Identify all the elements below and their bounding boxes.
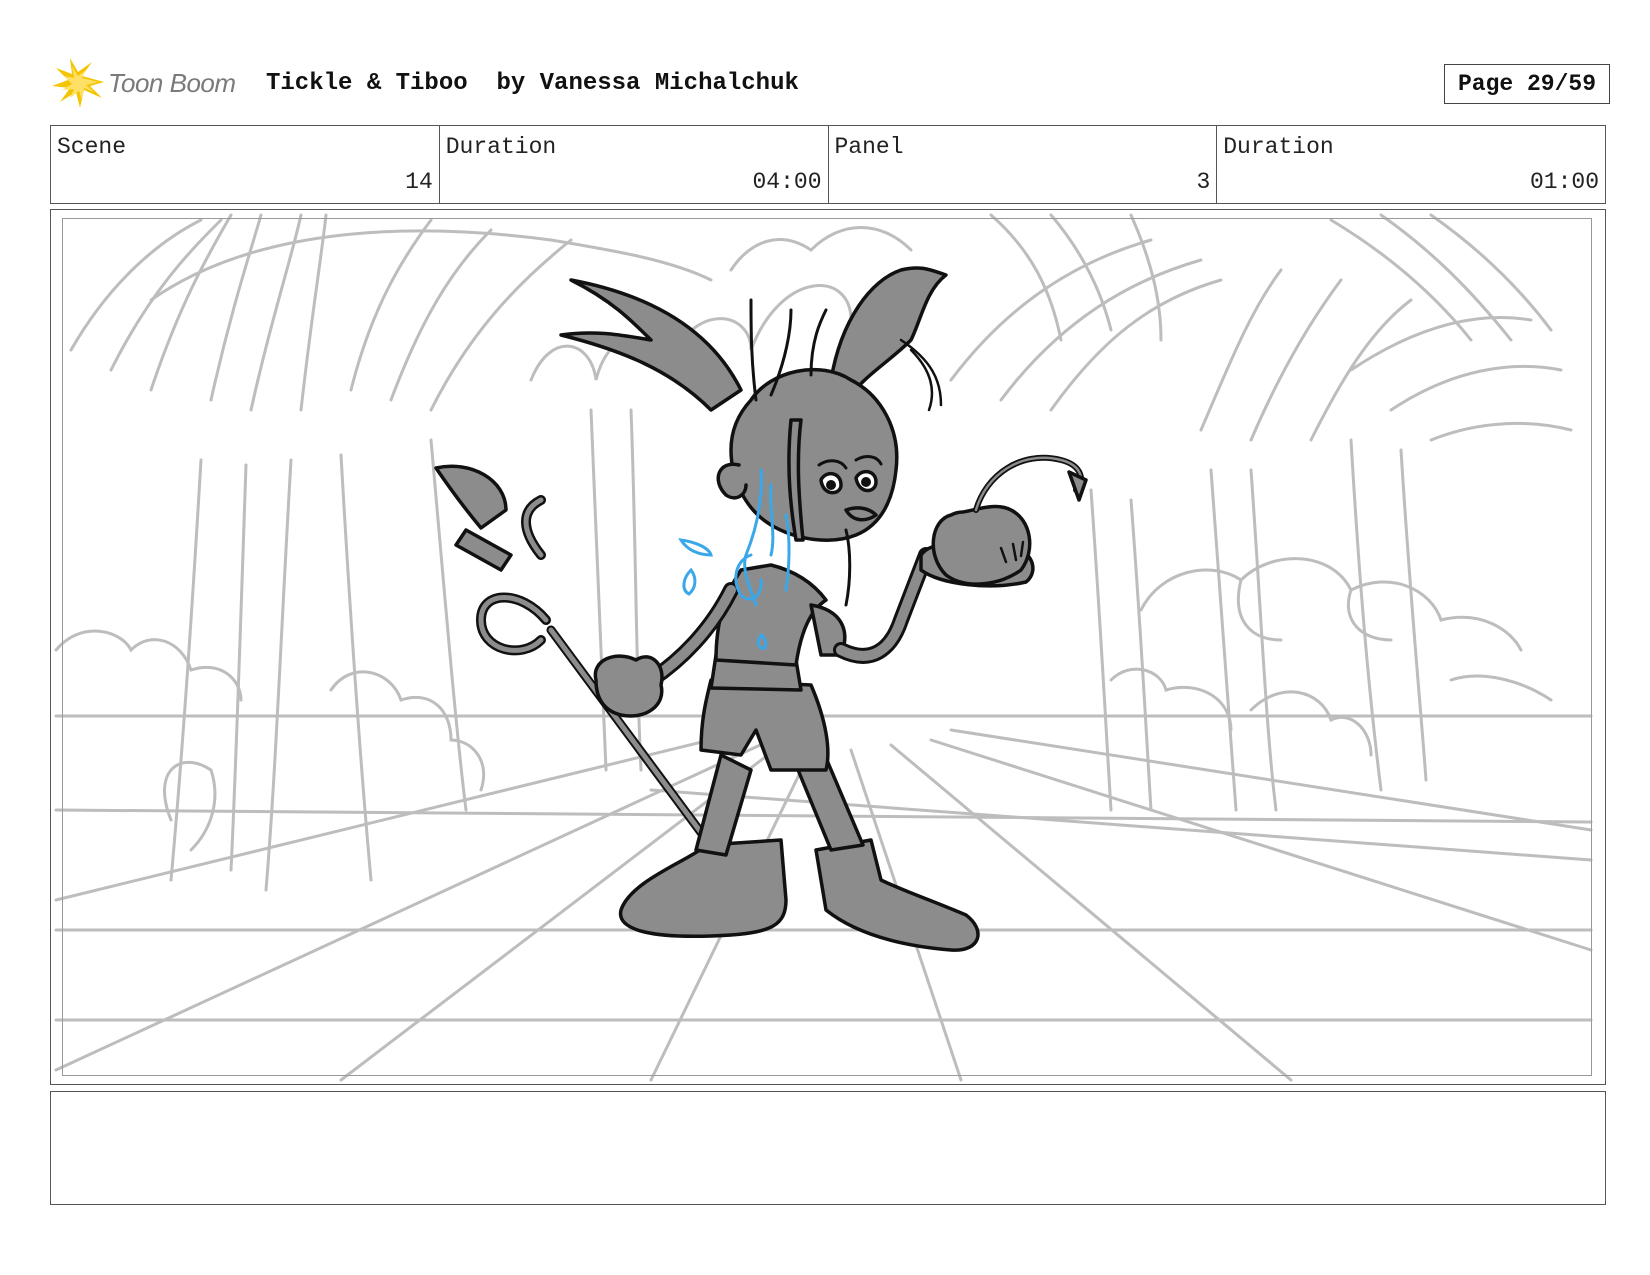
safe-frame — [62, 218, 1592, 1076]
scene-duration-label: Duration — [445, 134, 557, 160]
logo-wordmark: Toon Boom — [108, 68, 236, 98]
panel-cell: Panel 3 — [829, 126, 1218, 203]
panel-value: 3 — [1196, 169, 1211, 195]
scene-duration-value: 04:00 — [752, 169, 822, 195]
panel-label: Panel — [834, 134, 904, 160]
panel-notes-box[interactable] — [50, 1091, 1606, 1205]
page-title: Tickle & Tiboo by Vanessa Michalchuk — [266, 70, 799, 97]
toon-boom-logo: Toon Boom — [52, 58, 252, 108]
storyboard-panel — [50, 209, 1606, 1085]
storyboard-header: Toon Boom Tickle & Tiboo by Vanessa Mich… — [52, 58, 1610, 108]
panel-duration-cell: Duration 01:00 — [1217, 126, 1605, 203]
panel-duration-value: 01:00 — [1529, 169, 1599, 195]
page-number: Page 29/59 — [1444, 64, 1610, 104]
starburst-icon — [52, 58, 104, 108]
panel-duration-label: Duration — [1223, 134, 1334, 160]
scene-label: Scene — [57, 134, 127, 160]
scene-info-table: Scene 14 Duration 04:00 Panel 3 Duration… — [50, 125, 1606, 204]
scene-duration-cell: Duration 04:00 — [440, 126, 829, 203]
scene-cell: Scene 14 — [51, 126, 440, 203]
scene-value: 14 — [405, 169, 433, 195]
